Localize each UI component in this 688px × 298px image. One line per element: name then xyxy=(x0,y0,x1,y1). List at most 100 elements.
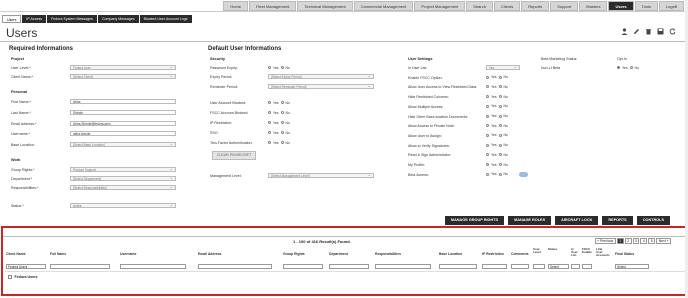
filter-full-name[interactable] xyxy=(50,264,110,269)
setting-beta-access-radio[interactable]: Yes No xyxy=(486,172,508,176)
management-level-select[interactable]: [Select Management Level] xyxy=(268,173,374,178)
subtab-fedora-system-messages[interactable]: Fedora System Messages xyxy=(47,15,97,23)
edit-icon[interactable] xyxy=(633,28,640,35)
subtab-ip-access[interactable]: IP Access xyxy=(22,15,47,23)
filter-email-address[interactable] xyxy=(198,264,272,269)
nav-support[interactable]: Support xyxy=(550,1,579,11)
column-department[interactable]: Department xyxy=(329,252,348,256)
save-icon[interactable] xyxy=(657,28,664,35)
setting-allow-to-verify-signatures-radio[interactable]: Yes No xyxy=(486,143,508,147)
nav-reports[interactable]: Reports xyxy=(521,1,550,11)
column-group-rights[interactable]: Group Rights xyxy=(283,252,305,256)
ip-restriction-radio[interactable]: Yes No xyxy=(268,121,290,125)
setting-read-sign-administrator-radio[interactable]: Yes No xyxy=(486,153,508,157)
username-field[interactable]: abha.shinde xyxy=(70,131,176,136)
user-level-select[interactable]: Fedora User xyxy=(70,65,176,70)
filter-username[interactable] xyxy=(120,264,186,269)
two-factor-radio[interactable]: Yes No xyxy=(268,141,290,145)
setting-allow-multiple-access-radio[interactable]: Yes No xyxy=(486,104,508,108)
manage-group-rights-button[interactable]: MANAGE GROUP RIGHTS xyxy=(444,216,505,225)
email-field[interactable]: Abha.Shinde@fedora.aero xyxy=(70,121,176,126)
beta-toggle[interactable] xyxy=(519,171,528,177)
opt-in-radio[interactable]: Yes No xyxy=(617,66,639,70)
in-user-list-select[interactable]: Yes xyxy=(486,65,520,70)
password-expiry-radio[interactable]: Yes No xyxy=(268,66,290,70)
column-email-address[interactable]: Email Address xyxy=(198,252,221,256)
group-row[interactable]: Fedora Users xyxy=(8,275,37,279)
subtab-blocked-user-account-logs[interactable]: Blocked User Account Logs xyxy=(139,15,192,23)
aircraft-lock-button[interactable]: AIRCRAFT LOCK xyxy=(555,216,599,225)
setting-allow-user-access-to-view-restricted-data-radio[interactable]: Yes No xyxy=(486,85,508,89)
nav-tools[interactable]: Tools xyxy=(634,1,658,11)
pager-4[interactable]: 4 xyxy=(640,238,648,244)
reminder-period-select[interactable]: [Select Reminder Period] xyxy=(268,84,374,89)
column-status[interactable]: Status xyxy=(548,247,558,251)
department-select[interactable]: [Select Department] xyxy=(70,176,176,181)
group-rights-select[interactable]: Product Support xyxy=(70,167,176,172)
group-row-checkbox[interactable] xyxy=(8,275,12,279)
setting-my-profile-radio[interactable]: Yes No xyxy=(486,163,508,167)
column-in-user-list[interactable]: In User List xyxy=(571,247,581,258)
subtab-company-messages[interactable]: Company Messages xyxy=(97,15,139,23)
filter-group-rights[interactable] xyxy=(283,264,323,269)
filter-department[interactable] xyxy=(329,264,369,269)
column-fscc-enable[interactable]: FSCC Enable xyxy=(582,247,592,254)
refresh-icon[interactable] xyxy=(669,28,676,35)
filter-client-name[interactable]: Fedora Users xyxy=(6,264,46,269)
nav-commercial-management[interactable]: Commercial Management xyxy=(353,1,414,11)
base-location-select[interactable]: [Select Base Location] xyxy=(70,142,176,147)
setting-hide-other-base-location-documents-radio[interactable]: Yes No xyxy=(486,114,508,118)
nav-users[interactable]: Users xyxy=(608,1,634,11)
filter-final-status[interactable]: Select xyxy=(615,264,649,269)
column-link-user-accounts[interactable]: Link User Accounts xyxy=(596,247,610,258)
setting-enable-fscc-option-radio[interactable]: Yes No xyxy=(486,75,508,79)
user-account-blocked-radio[interactable]: Yes No xyxy=(268,101,290,105)
pager-5[interactable]: 5 xyxy=(648,238,656,244)
manage-roles-button[interactable]: MANAGE ROLES xyxy=(508,216,552,225)
client-name-select[interactable]: [Select Client] xyxy=(70,74,176,79)
column-comments[interactable]: Comments xyxy=(511,252,529,256)
first-name-field[interactable]: Abha xyxy=(70,99,176,104)
filter-fscc-enable[interactable] xyxy=(582,264,592,269)
responsibilities-select[interactable]: [Select Responsibilities] xyxy=(70,185,176,190)
nav-technical-management[interactable]: Technical Management xyxy=(297,1,353,11)
pager-next[interactable]: Next » xyxy=(656,238,671,244)
delete-icon[interactable] xyxy=(645,28,652,35)
nav-home[interactable]: Home xyxy=(223,1,249,11)
nav-logoff[interactable]: Logoff xyxy=(658,1,684,11)
nav-masters[interactable]: Masters xyxy=(579,1,608,11)
nav-clients[interactable]: Clients xyxy=(493,1,521,11)
column-base-location[interactable]: Base Location xyxy=(439,252,462,256)
fscc-blocked-radio[interactable]: Yes No xyxy=(268,111,290,115)
column-full-name[interactable]: Full Name xyxy=(50,252,66,256)
pager-3[interactable]: 3 xyxy=(632,238,640,244)
status-select[interactable]: Active xyxy=(70,203,176,208)
filter-user-level[interactable] xyxy=(533,264,545,269)
pager-1[interactable]: 1 xyxy=(616,238,624,244)
column-username[interactable]: Username xyxy=(120,252,136,256)
column-ip-restriction[interactable]: IP Restriction xyxy=(482,252,504,256)
expiry-period-select[interactable]: [Select Expiry Period] xyxy=(268,74,374,79)
column-client-name[interactable]: Client Name xyxy=(6,252,26,256)
setting-allow-access-to-private-note-radio[interactable]: Yes No xyxy=(486,124,508,128)
clear-pin-button[interactable]: CLEAR PIN/SECRET xyxy=(212,151,256,160)
column-user-level[interactable]: User Level xyxy=(533,247,543,254)
user-icon[interactable] xyxy=(621,28,628,35)
filter-in-user-list[interactable] xyxy=(571,264,580,269)
column-responsibilities[interactable]: Responsibilities xyxy=(375,252,401,256)
pager-previous[interactable]: « Previous xyxy=(594,238,616,244)
reports-button[interactable]: REPORTS xyxy=(602,216,633,225)
nav-project-management[interactable]: Project Management xyxy=(414,1,466,11)
last-name-field[interactable]: Shinde xyxy=(70,110,176,115)
filter-comments[interactable] xyxy=(511,264,529,269)
filter-base-location[interactable] xyxy=(439,264,477,269)
setting-hide-restricted-columns-radio[interactable]: Yes No xyxy=(486,95,508,99)
nav-fleet-management[interactable]: Fleet Management xyxy=(249,1,297,11)
controls-button[interactable]: CONTROLS xyxy=(636,216,670,225)
subtab-users[interactable]: Users xyxy=(2,15,22,23)
sso-radio[interactable]: Yes No xyxy=(268,131,290,135)
column-final-status[interactable]: Final Status xyxy=(615,252,634,256)
filter-responsibilities[interactable] xyxy=(375,264,431,269)
filter-ip-restriction[interactable] xyxy=(482,264,507,269)
pager-2[interactable]: 2 xyxy=(624,238,632,244)
